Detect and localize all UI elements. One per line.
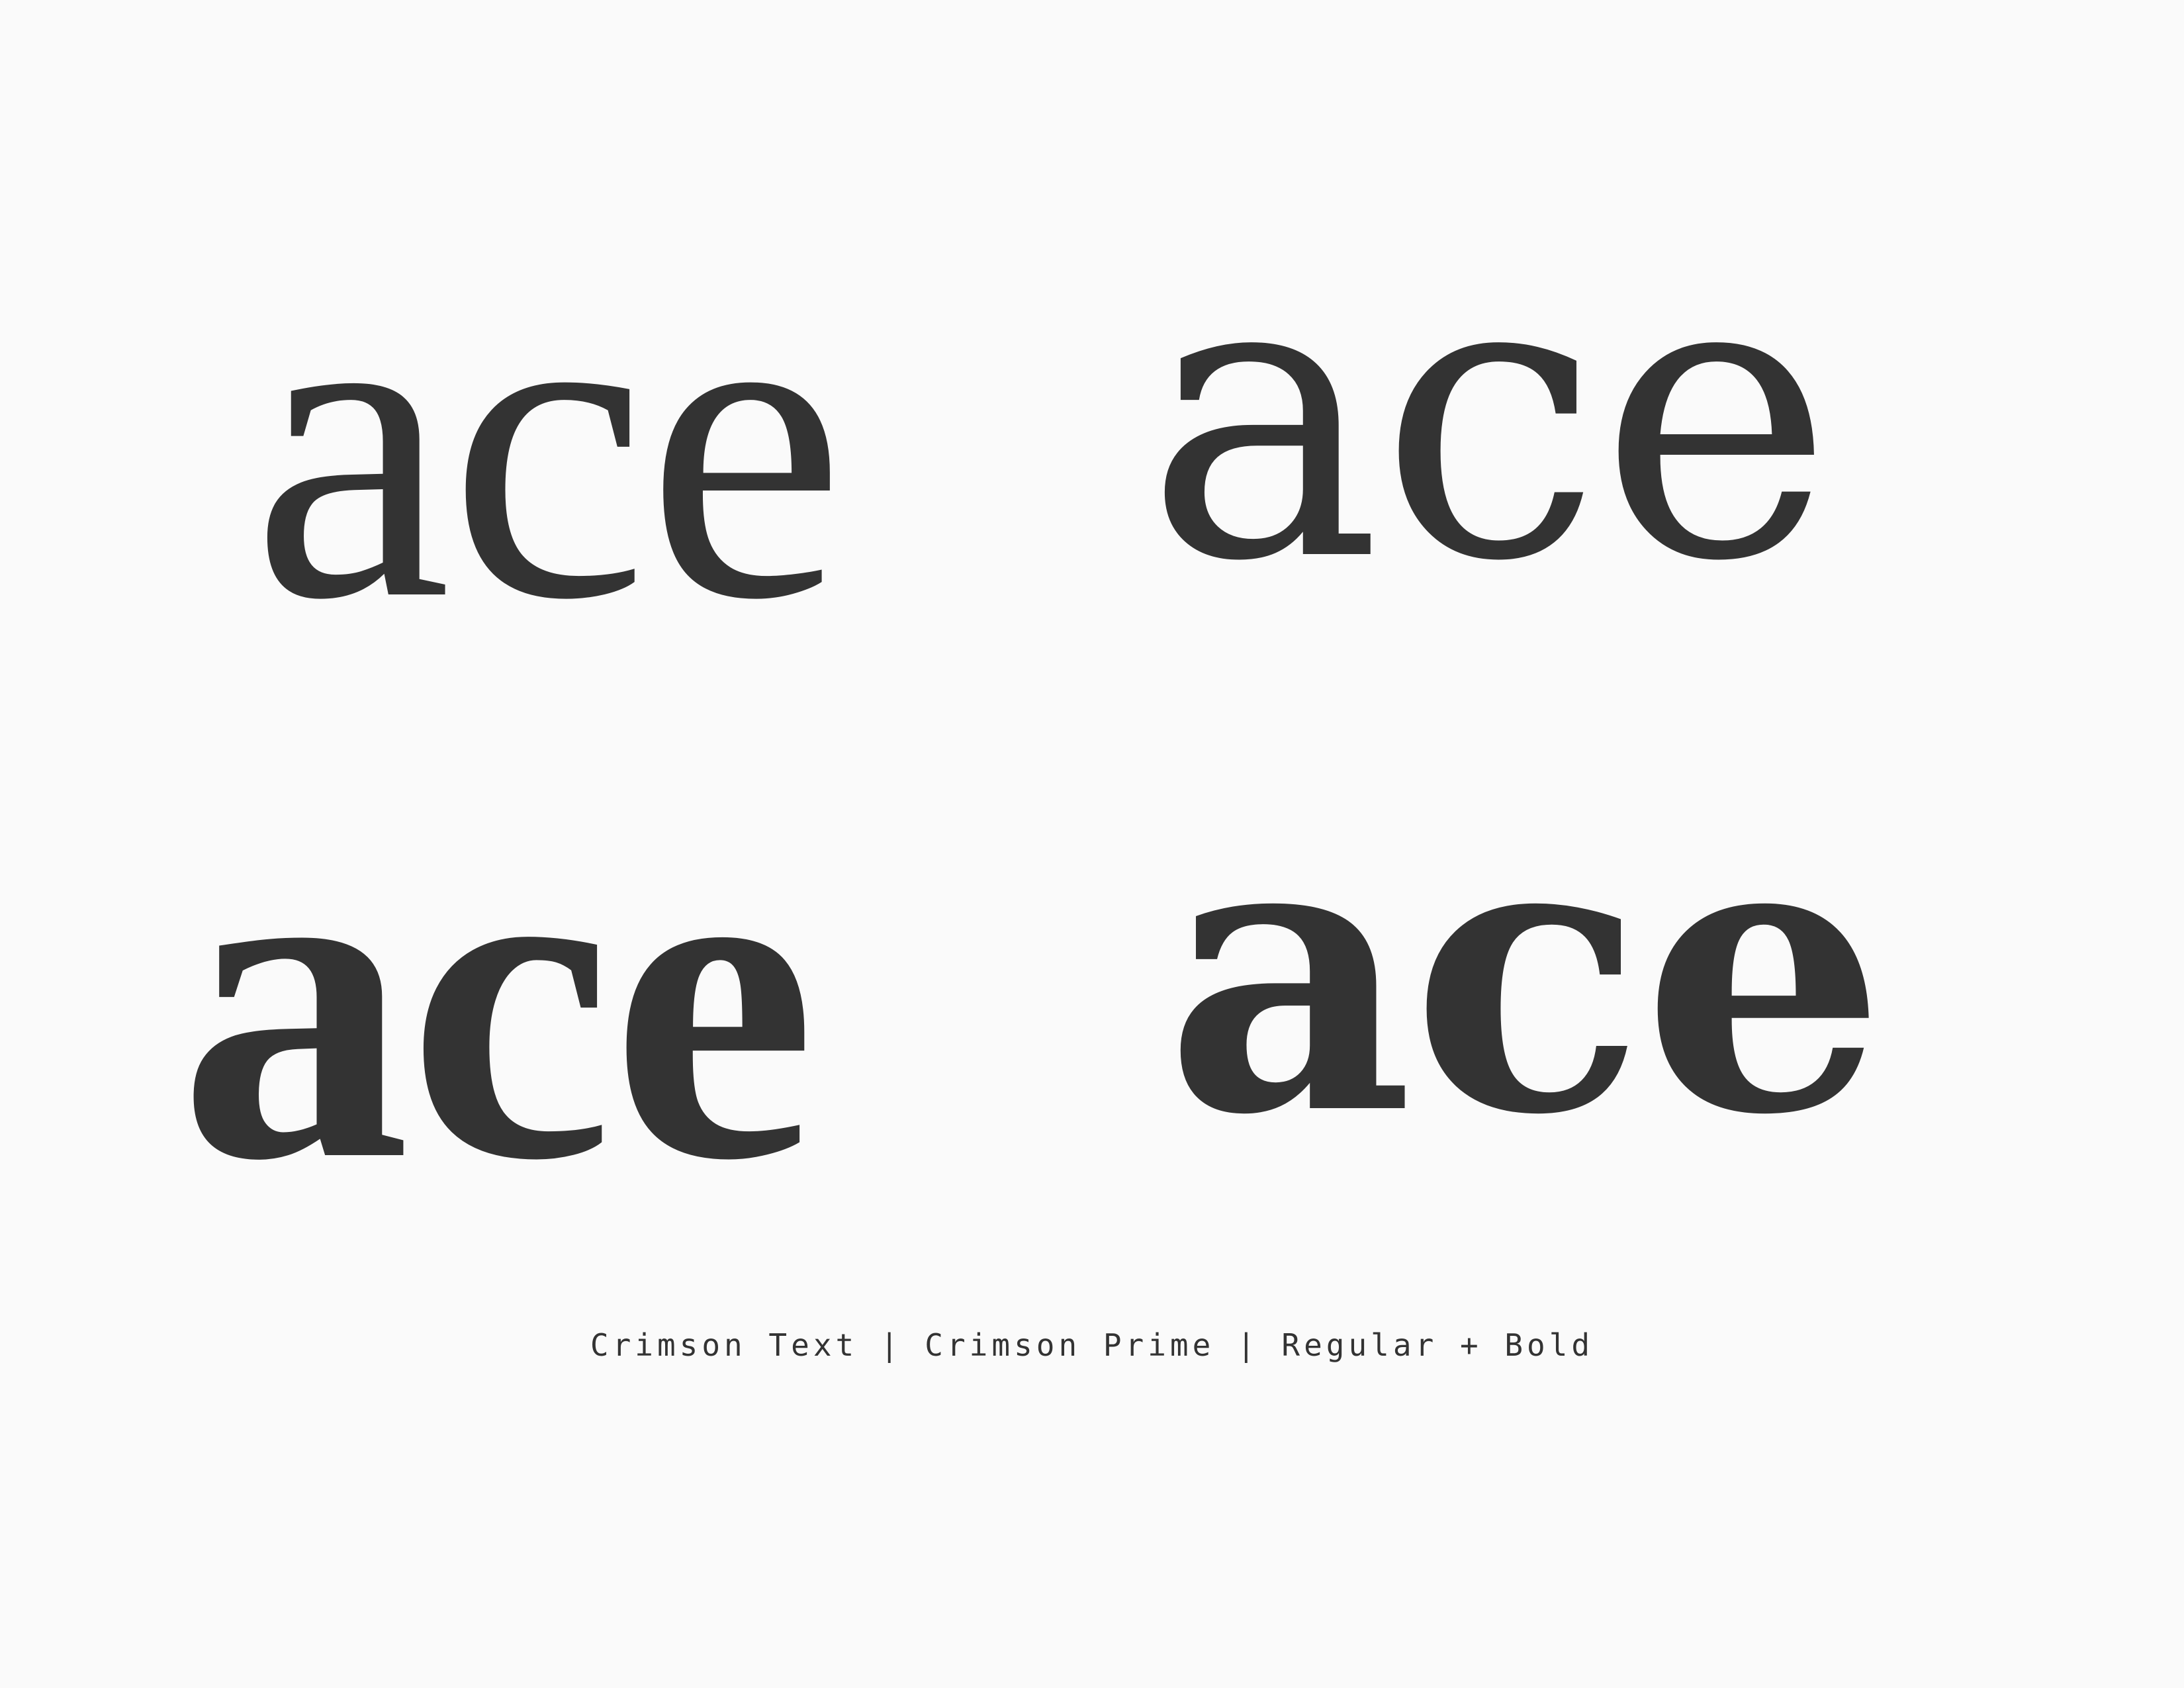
crimson-text-regular-specimen: ace [251,194,845,692]
crimson-prime-bold-specimen: ace [1165,747,1886,1199]
font-caption: Crimson Text | Crimson Prime | Regular +… [590,1327,1594,1363]
crimson-prime-regular-specimen: ace [1145,185,1834,648]
crimson-text-bold-specimen: ace [179,743,816,1256]
